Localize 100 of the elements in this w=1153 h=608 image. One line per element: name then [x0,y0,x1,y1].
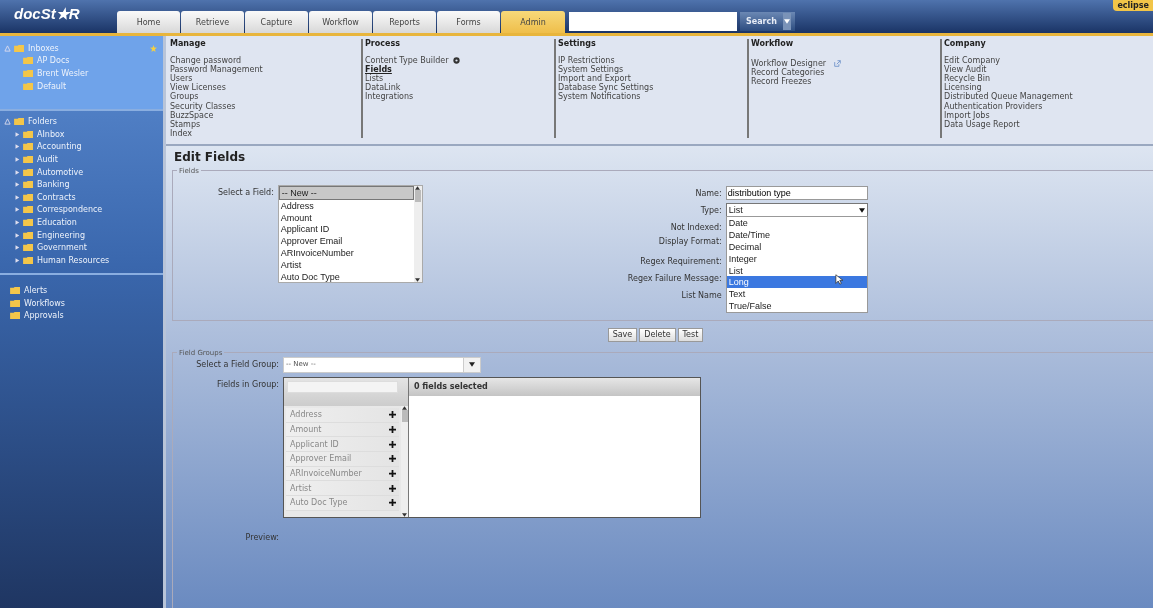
nav-tab[interactable]: Forms [437,11,500,33]
menu-link[interactable]: Fields [365,65,392,75]
field-option[interactable]: -- New -- [278,185,414,200]
star-icon[interactable] [150,44,157,52]
add-icon[interactable] [389,499,396,507]
dropdown-option[interactable]: Date/Time [726,229,867,241]
tree-item[interactable]: Folders [28,117,57,127]
menu-link[interactable]: Distributed Queue Management [944,92,1073,102]
tree-item[interactable]: Human Resources [37,255,110,265]
nav-tab[interactable]: Reports [373,11,436,33]
dropdown-option[interactable]: List [726,264,867,277]
menu-link[interactable]: Change password [170,56,242,66]
menu-link[interactable]: Security Classes [170,101,236,111]
expand-icon[interactable] [14,181,20,189]
dropdown-option[interactable]: True/False [726,299,867,312]
expand-icon[interactable] [14,218,20,226]
scrollbar[interactable] [401,405,408,517]
field-option[interactable]: ARInvoiceNumber [278,247,414,259]
type-dropdown[interactable]: List [725,203,868,218]
menu-link[interactable]: Workflow Designer [751,59,827,69]
expand-icon[interactable] [14,244,20,252]
field-option[interactable]: Approver Email [278,235,414,248]
expand-icon[interactable] [14,231,20,239]
expand-icon[interactable] [14,206,20,214]
user-menu[interactable]: eclipse [1113,0,1153,11]
menu-link[interactable]: Authentication Providers [944,101,1043,111]
menu-link[interactable]: Database Sync Settings [558,83,654,93]
menu-link[interactable]: Edit Company [944,56,1001,66]
form-button[interactable]: Save [607,327,638,342]
tree-item[interactable]: Banking [37,180,70,190]
filter-field[interactable] [287,380,398,393]
menu-link[interactable]: Licensing [944,83,982,93]
scroll-down-icon[interactable] [402,512,407,517]
tree-item[interactable]: Audit [37,154,58,164]
add-icon[interactable] [389,455,396,463]
tree-item[interactable]: Accounting [37,142,82,152]
search-field[interactable] [569,12,737,31]
tree-item[interactable]: Automotive [37,167,84,177]
menu-link[interactable]: Record Categories [751,68,825,78]
tree-item[interactable]: Correspondence [37,205,103,215]
menu-link[interactable]: Import Jobs [944,110,990,120]
nav-tab[interactable]: Home [117,11,180,33]
add-icon[interactable] [389,425,396,433]
dropdown-option[interactable]: Decimal [726,240,867,253]
field-option[interactable]: Artist [278,258,414,271]
expand-icon[interactable] [14,155,20,163]
nav-tab[interactable]: Retrieve [181,11,244,33]
menu-link[interactable]: View Licenses [170,83,226,93]
add-icon[interactable] [389,469,396,477]
dropdown-option[interactable]: Long [726,276,867,289]
tree-item[interactable]: Education [37,217,77,227]
menu-link[interactable]: Import and Export [558,74,631,84]
name-field[interactable]: distribution type [725,186,868,201]
menu-link[interactable]: BuzzSpace [170,110,214,120]
menu-link[interactable]: Lists [365,74,384,84]
dropdown-option[interactable]: Date [726,217,867,230]
sidebar-link[interactable]: Workflows [24,298,65,308]
add-icon[interactable] [389,484,396,492]
nav-tab[interactable]: Admin [501,11,565,33]
tree-item[interactable]: Contracts [37,192,76,202]
menu-link[interactable]: Integrations [365,92,414,102]
scroll-thumb[interactable] [401,409,408,422]
menu-link[interactable]: View Audit [944,65,987,75]
tree-item[interactable]: Engineering [37,230,85,240]
menu-link[interactable]: IP Restrictions [558,56,615,66]
nav-tab[interactable]: Workflow [309,11,372,33]
form-button[interactable]: Delete [639,327,676,342]
external-link-icon[interactable] [834,60,842,68]
add-icon[interactable] [389,440,396,448]
field-option[interactable]: Address [278,199,414,212]
add-icon[interactable] [389,411,396,419]
tree-item[interactable]: Government [37,243,87,253]
form-button[interactable]: Test [677,327,704,342]
expand-icon[interactable] [14,193,20,201]
collapse-icon[interactable] [4,118,11,126]
menu-link[interactable]: Recycle Bin [944,74,991,84]
scroll-thumb[interactable] [414,189,421,202]
nav-tab[interactable]: Capture [245,11,308,33]
scrollbar[interactable] [413,185,422,282]
dropdown-option[interactable]: Integer [726,252,867,265]
menu-link[interactable]: Data Usage Report [944,119,1020,129]
settings-icon[interactable] [452,57,460,65]
expand-icon[interactable] [14,130,20,138]
expand-icon[interactable] [14,143,20,151]
dropdown-option[interactable]: Text [726,288,867,300]
menu-link[interactable]: Groups [170,92,199,102]
caret-icon[interactable] [783,19,790,24]
expand-icon[interactable] [14,168,20,176]
search-button[interactable]: Search [740,12,795,31]
field-option[interactable]: Applicant ID [278,223,414,236]
field-option[interactable]: Amount [278,211,414,224]
menu-link[interactable]: Users [170,74,193,84]
menu-link[interactable]: Index [170,128,193,138]
menu-link[interactable]: Stamps [170,119,201,129]
menu-link[interactable]: Password Management [170,65,263,75]
sidebar-link[interactable]: Alerts [24,286,48,296]
field-option[interactable]: Auto Doc Type [278,270,414,282]
sidebar-link[interactable]: Approvals [24,311,64,321]
menu-link[interactable]: Record Freezes [751,77,812,87]
menu-link[interactable]: System Notifications [558,92,641,102]
